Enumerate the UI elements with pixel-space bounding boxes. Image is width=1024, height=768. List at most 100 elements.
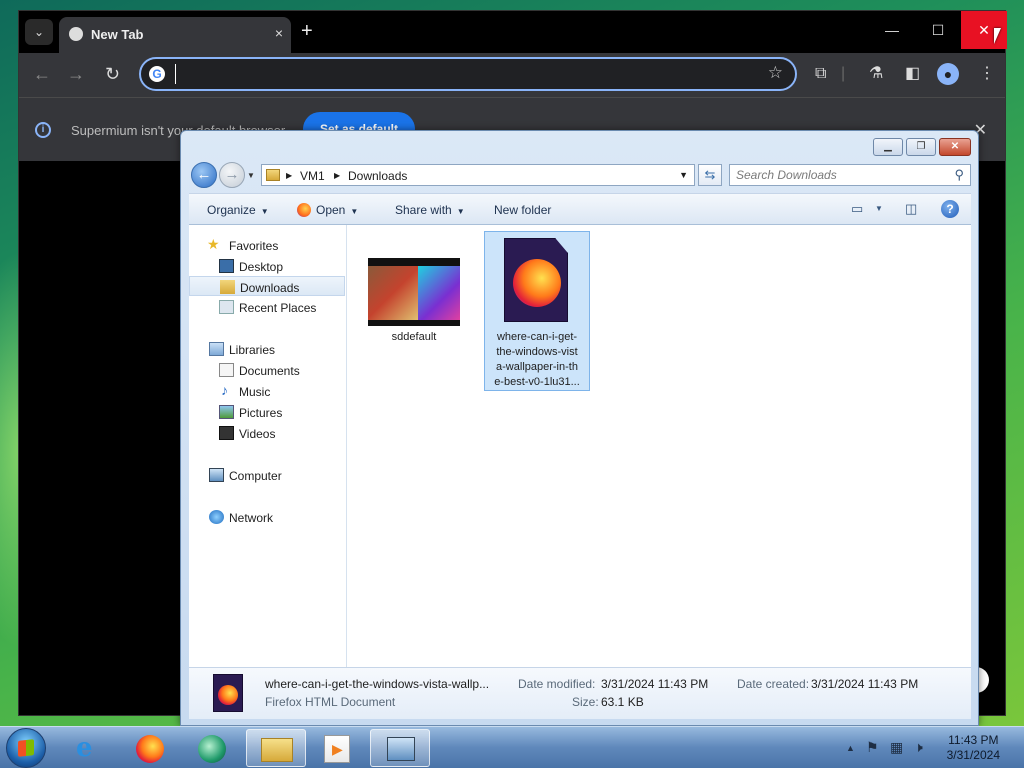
command-bar: Organize ▼ Open ▼ Share with ▼ New folder ▭… [189, 193, 971, 225]
nav-documents-label: Documents [239, 364, 300, 378]
computer-icon [209, 468, 224, 482]
search-box[interactable]: ⚲ [729, 164, 971, 186]
star-icon: ★ [207, 236, 220, 252]
help-icon[interactable]: ? [941, 200, 959, 218]
tab-new-tab[interactable]: New Tab × [59, 17, 291, 53]
file-item-html-selected[interactable]: where-can-i-get- the-windows-vist a-wall… [484, 231, 590, 391]
recent-pages-dropdown[interactable]: ▼ [247, 171, 255, 180]
address-bar[interactable]: ▶ VM1 ▶ Downloads ▼ [261, 164, 695, 186]
explorer-minimize-button[interactable]: ▁ [873, 138, 903, 156]
tab-close-button[interactable]: × [275, 25, 283, 41]
breadcrumb-arrow-icon[interactable]: ▶ [334, 171, 340, 180]
back-arrow-icon[interactable]: ← [33, 65, 51, 83]
explorer-close-button[interactable]: ✕ [939, 138, 971, 156]
volume-muted-icon[interactable]: 🕨 [914, 739, 923, 756]
nav-libraries[interactable]: Libraries [189, 339, 345, 359]
nav-downloads[interactable]: Downloads [189, 276, 345, 296]
organize-button[interactable]: Organize ▼ [207, 203, 269, 217]
nav-desktop[interactable]: Desktop [189, 256, 345, 276]
file-name-line: the-windows-vist [496, 346, 578, 358]
nav-network-label: Network [229, 511, 274, 525]
taskbar-control-panel[interactable] [370, 729, 430, 767]
nav-libraries-label: Libraries [229, 343, 276, 357]
breadcrumb-downloads[interactable]: Downloads [348, 169, 407, 183]
breadcrumb-arrow-icon[interactable]: ▶ [286, 171, 292, 180]
refresh-button[interactable]: ⇆ [698, 164, 722, 186]
nav-recent-places-label: Recent Places [239, 301, 317, 315]
windows-logo-icon [18, 739, 34, 757]
forward-arrow-icon[interactable]: → [67, 65, 85, 83]
open-button[interactable]: Open ▼ [297, 203, 358, 217]
network-tray-icon[interactable]: ▦ [890, 739, 903, 756]
pictures-icon [219, 405, 234, 419]
file-item-sddefault[interactable]: sddefault [361, 255, 467, 347]
clock-time: 11:43 PM [948, 733, 999, 747]
new-tab-button[interactable]: + [301, 21, 313, 41]
date-modified-value: 3/31/2024 11:43 PM [601, 677, 709, 691]
recent-places-icon [219, 300, 234, 314]
bookmark-star-icon[interactable]: ☆ [768, 63, 783, 83]
image-thumbnail [368, 258, 460, 326]
navigation-pane: ★ Favorites Desktop Downloads Recent Plac… [189, 225, 347, 667]
nav-network[interactable]: Network [189, 507, 345, 527]
folder-icon [266, 169, 280, 181]
date-modified-label: Date modified: [518, 677, 596, 691]
side-panel-icon[interactable]: ◧ [905, 65, 920, 83]
reload-icon[interactable]: ↻ [105, 65, 120, 83]
date-created-label: Date created: [737, 677, 810, 691]
taskbar-supermium[interactable] [184, 729, 244, 767]
labs-flask-icon[interactable]: ⚗ [869, 65, 883, 83]
profile-avatar-icon[interactable]: ● [937, 63, 959, 85]
address-input[interactable] [175, 64, 755, 84]
preview-pane-icon[interactable]: ◫ [905, 201, 917, 217]
new-folder-button[interactable]: New folder [494, 203, 551, 217]
taskbar-internet-explorer[interactable]: e [60, 729, 120, 767]
nav-computer[interactable]: Computer [189, 465, 345, 485]
globe-icon [69, 27, 83, 41]
omnibox[interactable]: G ☆ [139, 57, 797, 91]
view-dropdown-icon[interactable]: ▼ [875, 204, 883, 213]
mouse-cursor [994, 28, 1001, 44]
system-clock[interactable]: 11:43 PM 3/31/2024 [947, 733, 1000, 763]
taskbar-explorer[interactable] [246, 729, 306, 767]
nav-desktop-label: Desktop [239, 260, 284, 274]
action-center-flag-icon[interactable]: ⚑ [866, 739, 879, 756]
search-icon[interactable]: ⚲ [954, 167, 964, 183]
nav-music[interactable]: ♪ Music [189, 381, 345, 401]
share-with-button[interactable]: Share with ▼ [395, 203, 465, 217]
info-icon: i [35, 122, 51, 138]
search-input[interactable] [736, 168, 946, 182]
menu-kebab-icon[interactable]: ⋮ [979, 65, 995, 83]
open-label: Open [316, 203, 346, 217]
show-hidden-icons-arrow[interactable]: ▲ [846, 743, 855, 753]
details-file-name: where-can-i-get-the-windows-vista-wallp.… [265, 677, 490, 691]
folder-icon [261, 738, 293, 762]
nav-pictures[interactable]: Pictures [189, 402, 345, 422]
change-view-icon[interactable]: ▭ [851, 201, 863, 217]
extensions-icon[interactable]: ⧉ [815, 65, 826, 83]
firefox-icon [297, 203, 311, 217]
minimize-button[interactable]: — [869, 11, 915, 49]
explorer-maximize-button[interactable]: ❐ [906, 138, 936, 156]
breadcrumb-vm1[interactable]: VM1 [300, 169, 325, 183]
back-button[interactable]: ← [191, 162, 217, 188]
clock-date: 3/31/2024 [946, 748, 1000, 762]
videos-film-icon [219, 426, 234, 440]
address-dropdown-icon[interactable]: ▼ [679, 170, 688, 180]
documents-icon [219, 363, 234, 377]
nav-computer-label: Computer [229, 469, 282, 483]
firefox-document-icon [504, 238, 568, 322]
nav-videos[interactable]: Videos [189, 423, 345, 443]
taskbar-firefox[interactable] [122, 729, 182, 767]
internet-explorer-icon: e [76, 733, 93, 763]
start-button[interactable] [6, 728, 46, 768]
forward-button[interactable]: → [219, 162, 245, 188]
nav-favorites[interactable]: ★ Favorites [189, 235, 345, 255]
nav-recent-places[interactable]: Recent Places [189, 297, 345, 317]
nav-documents[interactable]: Documents [189, 360, 345, 380]
maximize-button[interactable]: ☐ [915, 11, 961, 49]
tab-search-button[interactable]: ⌄ [25, 19, 53, 45]
taskbar-media-player[interactable]: ▶ [308, 729, 368, 767]
size-label: Size: [572, 695, 599, 709]
file-name-line: where-can-i-get- [496, 331, 578, 343]
